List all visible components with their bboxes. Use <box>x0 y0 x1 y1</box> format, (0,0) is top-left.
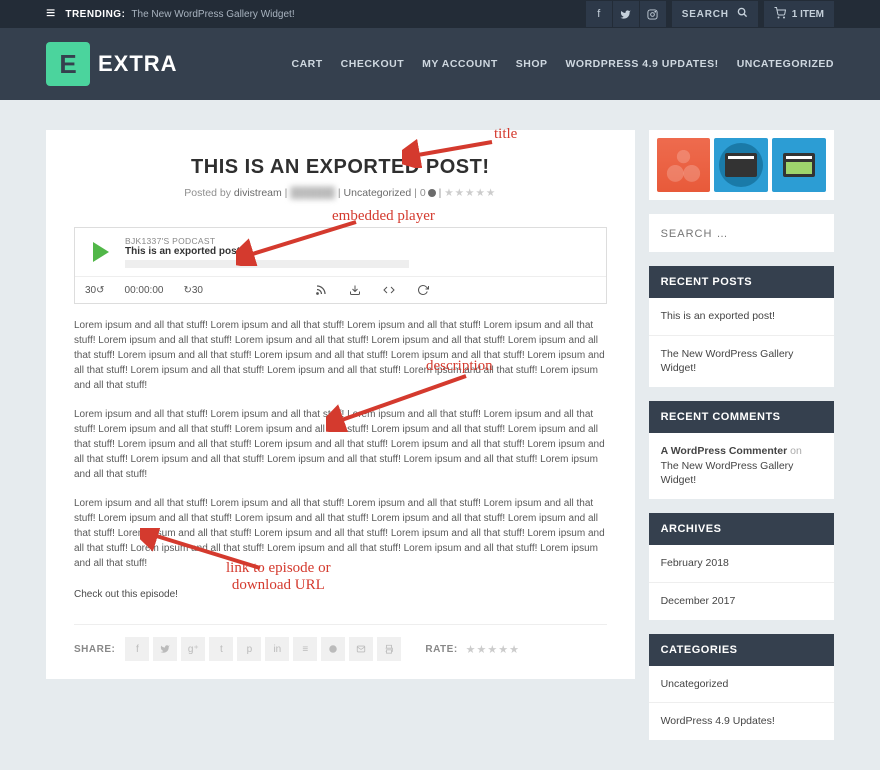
podcast-label: BJK1337'S PODCAST <box>125 236 598 246</box>
post-title: THIS IS AN EXPORTED POST! <box>74 156 607 179</box>
article: THIS IS AN EXPORTED POST! Posted by divi… <box>46 130 635 679</box>
instagram-icon[interactable] <box>640 1 666 27</box>
share-tumblr-icon[interactable]: t <box>209 637 233 661</box>
categories-head: CATEGORIES <box>649 634 834 666</box>
share-buffer-icon[interactable]: ≡ <box>293 637 317 661</box>
cart-button[interactable]: 1 ITEM <box>764 1 834 27</box>
promo-image-1[interactable] <box>657 138 711 192</box>
cart-icon <box>774 7 786 22</box>
category-link[interactable]: WordPress 4.9 Updates! <box>649 703 834 740</box>
description-p1: Lorem ipsum and all that stuff! Lorem ip… <box>74 318 607 393</box>
widget-categories: CATEGORIES Uncategorized WordPress 4.9 U… <box>649 634 834 740</box>
refresh-icon[interactable] <box>416 283 430 297</box>
post-description: Lorem ipsum and all that stuff! Lorem ip… <box>74 318 607 571</box>
post-meta: Posted by divistream | ██████ | Uncatego… <box>74 187 607 199</box>
description-p3: Lorem ipsum and all that stuff! Lorem ip… <box>74 496 607 571</box>
trending-link[interactable]: The New WordPress Gallery Widget! <box>131 9 294 20</box>
recent-comment[interactable]: A WordPress Commenter on The New WordPre… <box>649 433 834 499</box>
embedded-player: BJK1337'S PODCAST This is an exported po… <box>74 227 607 304</box>
share-stumble-icon[interactable] <box>321 637 345 661</box>
widget-recent-posts: RECENT POSTS This is an exported post! T… <box>649 266 834 387</box>
archive-link[interactable]: February 2018 <box>649 545 834 583</box>
episode-title: This is an exported post! <box>125 246 598 257</box>
share-linkedin-icon[interactable]: in <box>265 637 289 661</box>
annotation-player: embedded player <box>332 208 435 225</box>
meta-posted-by: Posted by <box>184 187 231 199</box>
topbar: ≡ TRENDING: The New WordPress Gallery Wi… <box>0 0 880 28</box>
nav-uncategorized[interactable]: UNCATEGORIZED <box>737 58 834 70</box>
search-placeholder: SEARCH <box>682 9 729 20</box>
logo-text: EXTRA <box>98 51 178 77</box>
embed-icon[interactable] <box>382 283 396 297</box>
share-pinterest-icon[interactable]: p <box>237 637 261 661</box>
nav-account[interactable]: MY ACCOUNT <box>422 58 498 70</box>
rate-stars[interactable]: ★★★★★ <box>466 643 520 656</box>
progress-bar[interactable] <box>125 260 409 268</box>
promo-image-2[interactable] <box>714 138 768 192</box>
promo-image-3[interactable] <box>772 138 826 192</box>
rate-label: RATE: <box>425 644 457 655</box>
nav-checkout[interactable]: CHECKOUT <box>341 58 405 70</box>
recent-post-link[interactable]: This is an exported post! <box>649 298 834 336</box>
search-icon <box>737 7 748 21</box>
widget-search <box>649 214 834 252</box>
header: E EXTRA CART CHECKOUT MY ACCOUNT SHOP WO… <box>0 28 880 100</box>
recent-comments-head: RECENT COMMENTS <box>649 401 834 433</box>
forward-button[interactable]: ↻30 <box>183 285 203 296</box>
meta-author[interactable]: divistream <box>234 187 282 199</box>
archive-link[interactable]: December 2017 <box>649 583 834 620</box>
share-twitter-icon[interactable] <box>153 637 177 661</box>
widget-recent-comments: RECENT COMMENTS A WordPress Commenter on… <box>649 401 834 499</box>
share-facebook-icon[interactable]: f <box>125 637 149 661</box>
nav-updates[interactable]: WORDPRESS 4.9 UPDATES! <box>566 58 719 70</box>
share-row: SHARE: f g⁺ t p in ≡ RATE: ★★★★★ <box>74 624 607 661</box>
description-p2: Lorem ipsum and all that stuff! Lorem ip… <box>74 407 607 482</box>
episode-link[interactable]: Check out this episode! <box>74 589 178 600</box>
recent-post-link[interactable]: The New WordPress Gallery Widget! <box>649 336 834 387</box>
widget-images <box>649 130 834 200</box>
share-google-icon[interactable]: g⁺ <box>181 637 205 661</box>
trending-label: TRENDING: <box>65 9 125 20</box>
meta-category[interactable]: Uncategorized <box>344 187 412 199</box>
search-input[interactable] <box>661 228 822 240</box>
main-nav: CART CHECKOUT MY ACCOUNT SHOP WORDPRESS … <box>291 58 834 70</box>
meta-date: ██████ <box>290 187 335 199</box>
meta-comments[interactable]: 0 <box>420 187 436 199</box>
play-button[interactable] <box>83 234 119 270</box>
widget-archives: ARCHIVES February 2018 December 2017 <box>649 513 834 619</box>
meta-stars: ★★★★★ <box>444 187 496 199</box>
annotation-title: title <box>494 126 517 143</box>
menu-icon[interactable]: ≡ <box>46 5 55 23</box>
share-mail-icon[interactable] <box>349 637 373 661</box>
share-label: SHARE: <box>74 644 115 655</box>
twitter-icon[interactable] <box>613 1 639 27</box>
logo-mark: E <box>46 42 90 86</box>
nav-cart[interactable]: CART <box>291 58 322 70</box>
facebook-icon[interactable]: f <box>586 1 612 27</box>
download-icon[interactable] <box>348 283 362 297</box>
share-print-icon[interactable] <box>377 637 401 661</box>
recent-posts-head: RECENT POSTS <box>649 266 834 298</box>
nav-shop[interactable]: SHOP <box>516 58 548 70</box>
rss-icon[interactable] <box>314 283 328 297</box>
search-box[interactable]: SEARCH <box>672 1 758 27</box>
comment-icon <box>428 189 436 197</box>
rewind-button[interactable]: 30↺ <box>85 285 105 296</box>
category-link[interactable]: Uncategorized <box>649 666 834 704</box>
archives-head: ARCHIVES <box>649 513 834 545</box>
cart-label: 1 ITEM <box>792 9 824 20</box>
sidebar: RECENT POSTS This is an exported post! T… <box>649 130 834 740</box>
logo[interactable]: E EXTRA <box>46 42 178 86</box>
time-display: 00:00:00 <box>125 285 164 296</box>
play-icon <box>93 242 109 262</box>
